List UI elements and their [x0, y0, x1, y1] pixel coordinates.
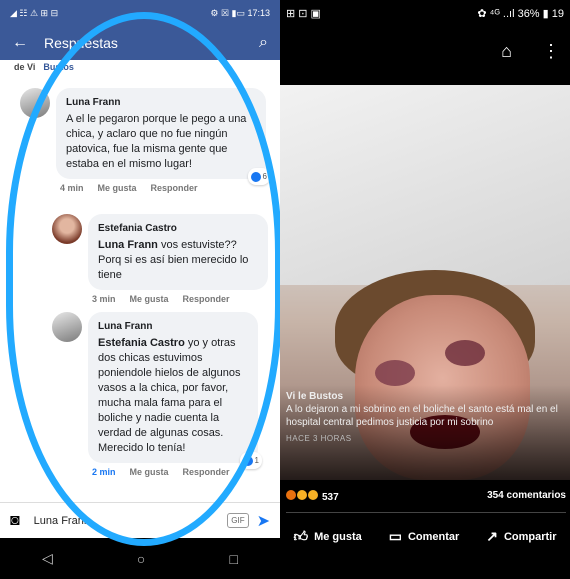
comment-author[interactable]: Luna Frann — [66, 95, 256, 110]
thumbs-up-icon: 👍︎ — [293, 528, 309, 544]
comment-text: Estefania Castro yo y otras dos chicas e… — [98, 337, 241, 454]
comment-bubble[interactable]: Luna Frann Estefania Castro yo y otras d… — [88, 312, 262, 469]
like-link[interactable]: Me gusta — [130, 467, 169, 477]
comment-count[interactable]: 354 comentarios — [487, 490, 566, 503]
comment-bubble[interactable]: Luna Frann A el le pegaron porque le peg… — [56, 88, 270, 185]
comment-item: Luna Frann A el le pegaron porque le peg… — [20, 88, 270, 193]
caption-text: A lo dejaron a mi sobrino en el boliche … — [286, 404, 558, 428]
photo-toolbar: ⌂ ⋮ — [280, 26, 570, 76]
avatar[interactable] — [52, 312, 82, 342]
post-time: HACE 3 HORAS — [286, 434, 352, 443]
like-button[interactable]: 👍︎ Me gusta — [293, 528, 361, 545]
comment-text: A el le pegaron porque le pego a una chi… — [66, 113, 247, 170]
android-nav-bar: ◁ ○ □ — [0, 538, 280, 579]
send-icon[interactable]: ➤ — [257, 511, 270, 531]
reply-link[interactable]: Responder — [183, 294, 230, 304]
comment-actions: 3 min Me gusta Responder — [88, 294, 272, 304]
post-author[interactable]: Vi le Bustos — [286, 390, 570, 403]
tag-icon[interactable]: ⌂ — [501, 41, 512, 62]
photo-post-panel: ⊞ ⊡ ▣ ✿ ⁴ᴳ ..ıl 36% ▮ 19 ⌂ ⋮ Vi le Busto… — [280, 0, 570, 579]
comment-item: Estefania Castro Luna Frann vos estuvist… — [52, 214, 272, 304]
camera-icon[interactable]: ◙ — [10, 512, 20, 530]
status-right: ✿ ⁴ᴳ ..ıl 36% ▮ 19 — [477, 7, 564, 20]
reaction-count[interactable]: 6 — [247, 168, 270, 185]
reply-link[interactable]: Responder — [151, 183, 198, 193]
back-arrow-icon[interactable]: ← — [12, 34, 28, 52]
comment-button[interactable]: ▭ Comentar — [389, 528, 460, 545]
more-icon[interactable]: ⋮ — [542, 41, 560, 62]
reply-input[interactable]: Luna Frann — [28, 511, 220, 531]
post-caption: Vi le Bustos A lo dejaron a mi sobrino e… — [286, 390, 570, 445]
like-reaction-icon — [250, 171, 261, 182]
parent-author-link[interactable]: Bustos — [43, 62, 74, 72]
avatar[interactable] — [52, 214, 82, 244]
avatar[interactable] — [20, 88, 50, 118]
home-nav-icon[interactable]: ○ — [137, 551, 145, 567]
like-link[interactable]: Me gusta — [98, 183, 137, 193]
recents-nav-icon[interactable]: □ — [229, 551, 237, 567]
like-reaction-icon — [242, 455, 253, 466]
post-actions: 👍︎ Me gusta ▭ Comentar ↗ Compartir — [280, 528, 570, 545]
page-title: Respuestas — [44, 35, 118, 51]
reply-link[interactable]: Responder — [183, 467, 230, 477]
status-bar: ⊞ ⊡ ▣ ✿ ⁴ᴳ ..ıl 36% ▮ 19 — [280, 0, 570, 26]
comment-text: Luna Frann vos estuviste?? Porq si es as… — [98, 239, 249, 281]
parent-comment-snippet: de Vi Bustos — [14, 62, 74, 72]
status-left: ⊞ ⊡ ▣ — [286, 7, 321, 20]
like-link[interactable]: Me gusta — [130, 294, 169, 304]
reaction-summary[interactable]: 537 — [286, 490, 339, 503]
status-left: ◢ ☷ ⚠ ⊞ ⊟ — [10, 7, 59, 18]
comment-bubble[interactable]: Estefania Castro Luna Frann vos estuvist… — [88, 214, 268, 290]
status-right: ⚙ ☒ ▮▭ 17:13 — [210, 7, 270, 18]
status-bar: ◢ ☷ ⚠ ⊞ ⊟ ⚙ ☒ ▮▭ 17:13 — [0, 0, 280, 26]
comment-item: Luna Frann Estefania Castro yo y otras d… — [52, 312, 272, 477]
comment-time: 2 min — [92, 467, 116, 477]
comment-time: 3 min — [92, 294, 116, 304]
comment-time: 4 min — [60, 183, 84, 193]
back-nav-icon[interactable]: ◁ — [42, 550, 53, 567]
share-button[interactable]: ↗ Compartir — [486, 528, 556, 545]
reply-composer: ◙ Luna Frann GIF ➤ — [0, 502, 280, 538]
app-bar: ← Respuestas ⌕ — [0, 26, 280, 60]
comment-actions: 4 min Me gusta Responder — [56, 183, 268, 193]
gif-button[interactable]: GIF — [227, 513, 249, 528]
comment-icon: ▭ — [388, 528, 402, 544]
reaction-count[interactable]: 1 — [239, 452, 262, 469]
search-icon[interactable]: ⌕ — [259, 34, 268, 52]
reaction-emoji-icons — [286, 490, 318, 500]
mention-link[interactable]: Estefania Castro — [98, 337, 185, 349]
divider — [286, 512, 566, 513]
post-stats: 537 354 comentarios — [286, 490, 566, 503]
comments-panel: ◢ ☷ ⚠ ⊞ ⊟ ⚙ ☒ ▮▭ 17:13 ← Respuestas ⌕ de… — [0, 0, 280, 579]
mention-link[interactable]: Luna Frann — [98, 239, 158, 251]
share-icon: ↗ — [486, 528, 498, 544]
comment-author[interactable]: Estefania Castro — [98, 221, 258, 236]
comment-author[interactable]: Luna Frann — [98, 319, 248, 334]
